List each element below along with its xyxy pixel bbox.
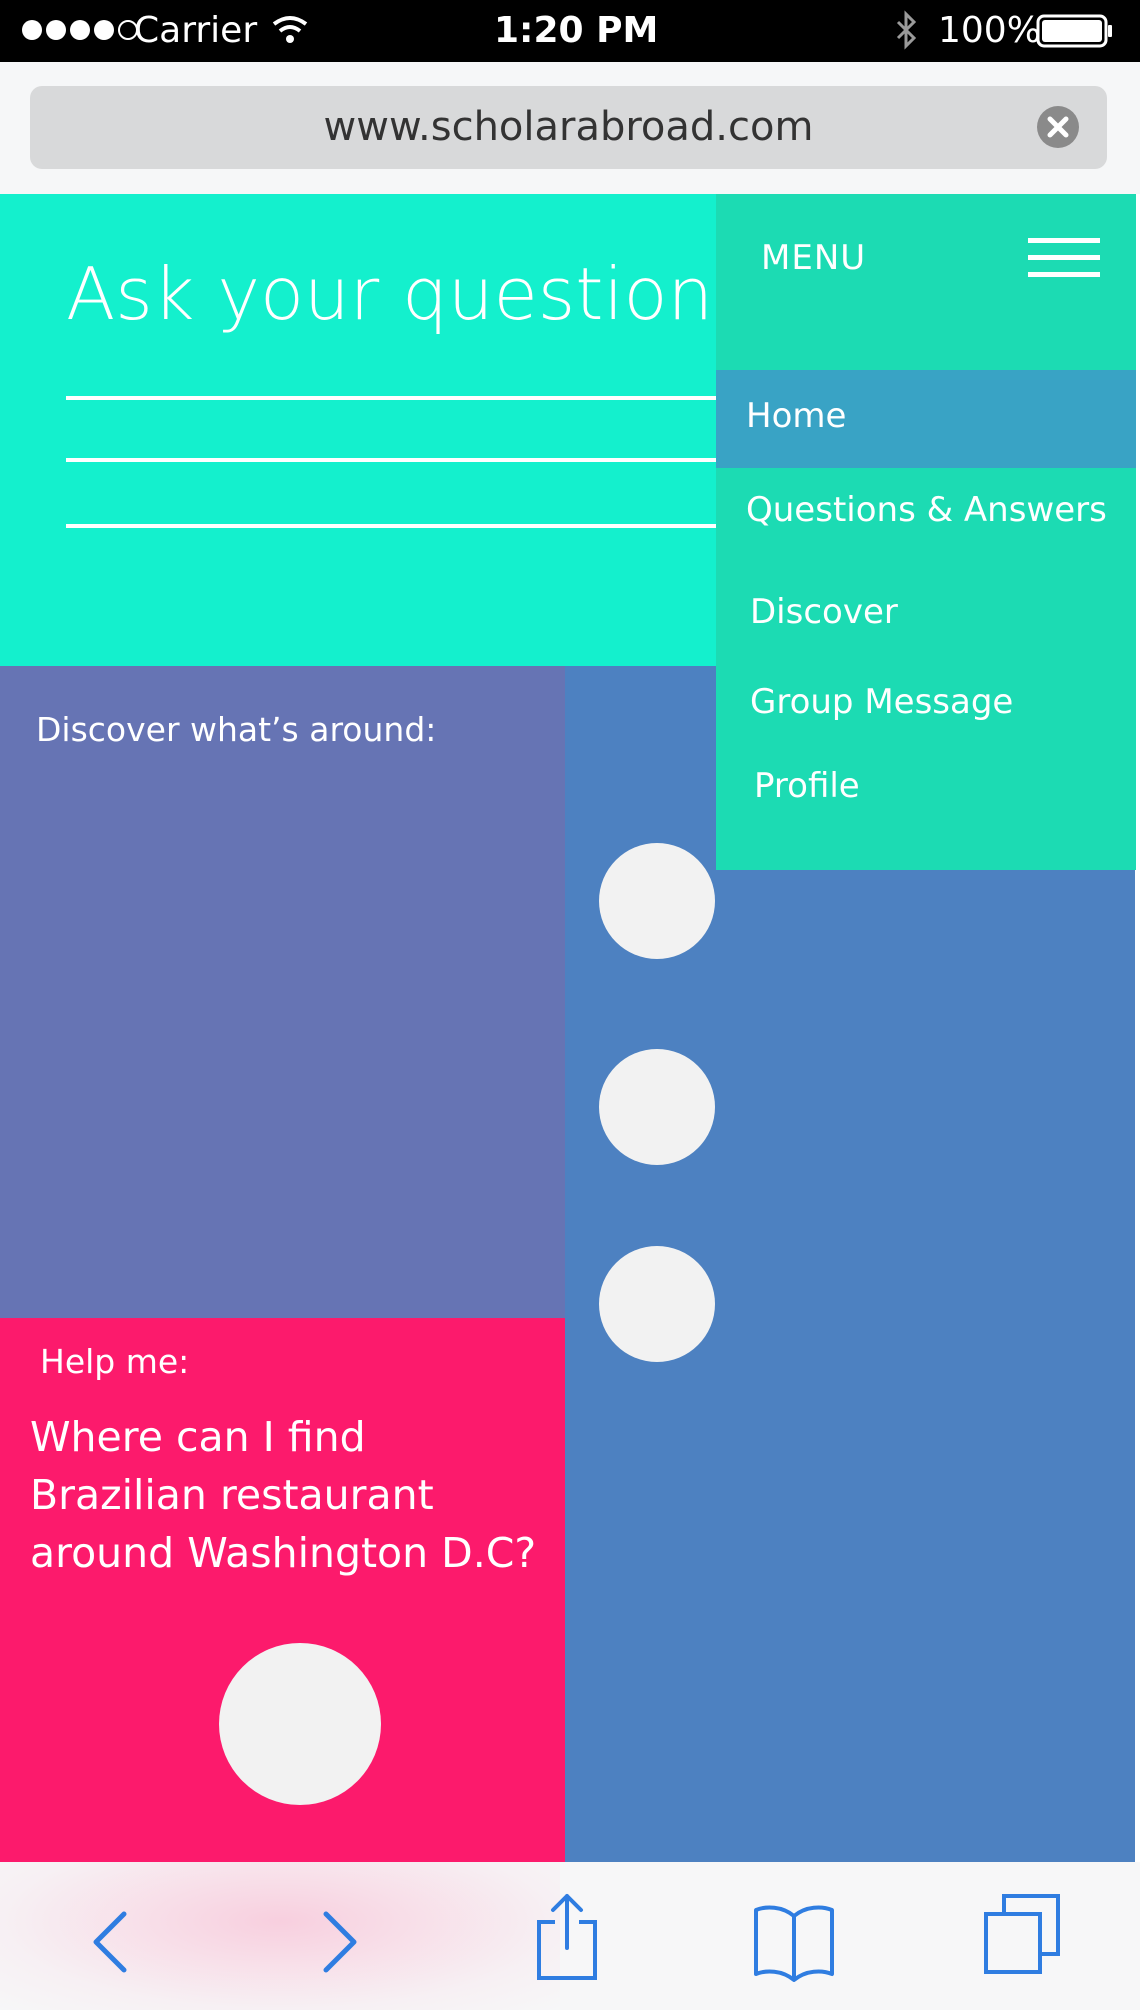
address-bar[interactable]: www.scholarabroad.com — [30, 86, 1107, 169]
question-input-line[interactable] — [66, 396, 716, 400]
question-input-line[interactable] — [66, 524, 716, 528]
url-text: www.scholarabroad.com — [323, 104, 814, 150]
clear-url-button[interactable] — [1037, 106, 1079, 148]
menu-item-discover[interactable]: Discover — [716, 570, 1136, 660]
clock: 1:20 PM — [494, 10, 659, 51]
battery-percentage: 100% — [938, 10, 1041, 51]
menu-item-group-message[interactable]: Group Message — [716, 660, 1136, 750]
ask-question-title: Ask your question — [66, 252, 714, 336]
menu-item-profile[interactable]: Profile — [716, 748, 1136, 838]
hamburger-menu-icon[interactable] — [1028, 238, 1100, 278]
help-action-circle-button[interactable] — [219, 1643, 381, 1805]
action-circle-button[interactable] — [599, 843, 715, 959]
tabs-icon[interactable] — [982, 1892, 1062, 1976]
share-icon[interactable] — [527, 1892, 607, 1982]
menu-item-label: Questions & Answers — [746, 490, 1107, 530]
help-label: Help me: — [40, 1342, 190, 1381]
menu-item-label: Profile — [754, 766, 860, 806]
menu-item-questions-answers[interactable]: Questions & Answers — [716, 468, 1136, 558]
battery-icon — [1036, 14, 1112, 48]
bookmarks-icon[interactable] — [752, 1898, 836, 1982]
menu-item-label: Discover — [750, 592, 898, 632]
status-bar: Carrier 1:20 PM 100% — [0, 0, 1140, 62]
signal-strength-icon — [22, 20, 138, 40]
close-icon — [1047, 116, 1069, 138]
action-circle-button[interactable] — [599, 1049, 715, 1165]
menu-item-home[interactable]: Home — [716, 370, 1136, 468]
carrier-label: Carrier — [134, 10, 258, 51]
help-request-card: Help me: Where can I find Brazilian rest… — [0, 1318, 565, 1862]
question-input-line[interactable] — [66, 458, 716, 462]
menu-item-label: Home — [746, 396, 847, 436]
back-icon[interactable] — [72, 1902, 152, 1982]
bluetooth-icon — [896, 10, 917, 50]
help-question-text: Where can I find Brazilian restaurant ar… — [30, 1413, 537, 1577]
discover-panel: Discover what’s around: — [0, 666, 565, 1318]
wifi-icon — [272, 16, 308, 43]
discover-label: Discover what’s around: — [36, 710, 437, 749]
action-circle-button[interactable] — [599, 1246, 715, 1362]
browser-toolbar — [0, 1862, 1140, 2010]
menu-item-label: Group Message — [750, 682, 1014, 722]
navigation-menu: MENU Home Questions & Answers Discover G… — [716, 194, 1136, 870]
forward-icon[interactable] — [298, 1902, 378, 1982]
ask-question-panel: Ask your question — [0, 194, 716, 666]
menu-label: MENU — [761, 238, 867, 278]
